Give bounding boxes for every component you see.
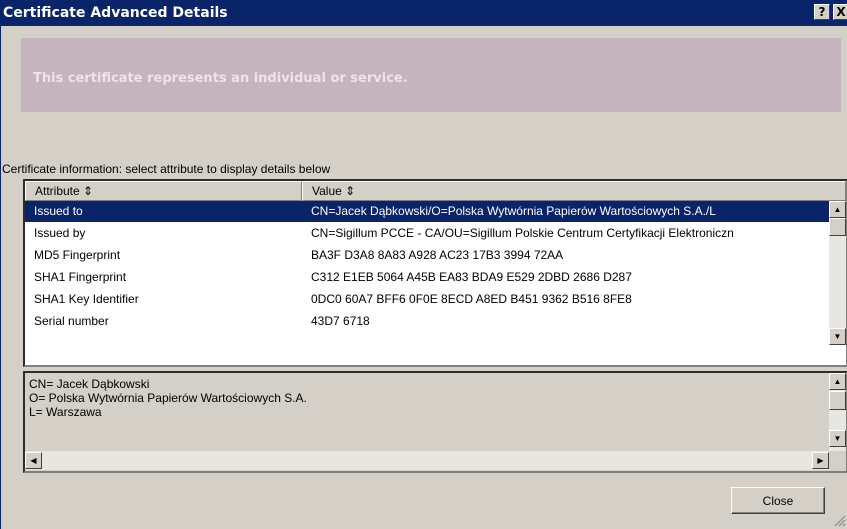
- scroll-left-button[interactable]: ◀: [25, 452, 42, 469]
- info-label: Certificate information: select attribut…: [2, 162, 331, 176]
- close-button[interactable]: Close: [731, 487, 825, 514]
- column-header-attribute[interactable]: Attribute ⇕: [25, 181, 302, 201]
- details-text: CN= Jacek Dąbkowski O= Polska Wytwórnia …: [29, 377, 307, 419]
- dialog-window: Certificate Advanced Details ? X This ce…: [0, 0, 847, 529]
- value-cell: 43D7 6718: [311, 314, 370, 328]
- arrow-right-icon: ▶: [817, 456, 824, 465]
- details-line: CN= Jacek Dąbkowski: [29, 377, 150, 391]
- scroll-down-button[interactable]: ▼: [829, 328, 846, 345]
- table-row[interactable]: Issued by CN=Sigillum PCCE - CA/OU=Sigil…: [25, 223, 830, 244]
- scroll-up-button[interactable]: ▲: [829, 201, 846, 218]
- value-cell: CN=Jacek Dąbkowski/O=Polska Wytwórnia Pa…: [311, 204, 716, 218]
- attribute-cell: SHA1 Key Identifier: [34, 292, 139, 306]
- sort-icon: ⇕: [83, 184, 94, 198]
- window-title: Certificate Advanced Details: [3, 5, 228, 21]
- title-close-button[interactable]: X: [833, 4, 847, 20]
- details-vertical-scrollbar[interactable]: ▲ ▼: [829, 373, 846, 451]
- scroll-thumb[interactable]: [829, 218, 846, 236]
- table-row[interactable]: SHA1 Fingerprint C312 E1EB 5064 A45B EA8…: [25, 267, 830, 288]
- resize-grip-icon[interactable]: [832, 513, 846, 527]
- arrow-up-icon: ▲: [833, 205, 842, 214]
- banner-text: This certificate represents an individua…: [33, 71, 408, 86]
- table-header: Attribute ⇕ Value ⇕: [25, 181, 846, 201]
- value-cell: C312 E1EB 5064 A45B EA83 BDA9 E529 2DBD …: [311, 270, 632, 284]
- details-line: O= Polska Wytwórnia Papierów Wartościowy…: [29, 391, 307, 405]
- help-button[interactable]: ?: [814, 4, 830, 20]
- details-textbox[interactable]: CN= Jacek Dąbkowski O= Polska Wytwórnia …: [23, 371, 847, 473]
- sort-icon: ⇕: [345, 184, 356, 198]
- details-horizontal-scrollbar[interactable]: ◀ ▶: [25, 451, 829, 470]
- attribute-table: Attribute ⇕ Value ⇕ Issued to CN=Jacek D…: [23, 179, 847, 367]
- scroll-up-button[interactable]: ▲: [829, 373, 846, 390]
- attribute-cell: MD5 Fingerprint: [34, 248, 121, 262]
- status-banner: This certificate represents an individua…: [21, 38, 841, 112]
- value-cell: BA3F D3A8 8A83 A928 AC23 17B3 3994 72AA: [311, 248, 564, 262]
- column-header-value[interactable]: Value ⇕: [302, 181, 846, 201]
- table-vertical-scrollbar[interactable]: ▲ ▼: [829, 201, 846, 345]
- attribute-cell: Issued to: [34, 204, 83, 218]
- arrow-down-icon: ▼: [833, 332, 842, 341]
- arrow-down-icon: ▼: [833, 434, 842, 443]
- attribute-cell: Issued by: [34, 226, 86, 240]
- attribute-cell: SHA1 Fingerprint: [34, 270, 127, 284]
- table-row[interactable]: Issued to CN=Jacek Dąbkowski/O=Polska Wy…: [25, 201, 830, 222]
- value-cell: 0DC0 60A7 BFF6 0F0E 8ECD A8ED B451 9362 …: [311, 292, 632, 306]
- title-bar[interactable]: Certificate Advanced Details ? X: [1, 0, 847, 26]
- table-row[interactable]: SHA1 Key Identifier 0DC0 60A7 BFF6 0F0E …: [25, 289, 830, 310]
- details-line: L= Warszawa: [29, 405, 102, 419]
- attribute-cell: Serial number: [34, 314, 109, 328]
- scroll-thumb[interactable]: [829, 391, 846, 410]
- table-row[interactable]: MD5 Fingerprint BA3F D3A8 8A83 A928 AC23…: [25, 245, 830, 266]
- column-header-label: Attribute: [35, 184, 80, 198]
- column-header-label: Value: [312, 184, 342, 198]
- scroll-right-button[interactable]: ▶: [812, 452, 829, 469]
- value-cell: CN=Sigillum PCCE - CA/OU=Sigillum Polski…: [311, 226, 734, 240]
- scroll-down-button[interactable]: ▼: [829, 430, 846, 447]
- close-icon: X: [836, 5, 846, 19]
- arrow-up-icon: ▲: [833, 377, 842, 386]
- table-row[interactable]: Serial number 43D7 6718: [25, 311, 830, 332]
- help-icon: ?: [818, 5, 826, 19]
- arrow-left-icon: ◀: [30, 456, 37, 465]
